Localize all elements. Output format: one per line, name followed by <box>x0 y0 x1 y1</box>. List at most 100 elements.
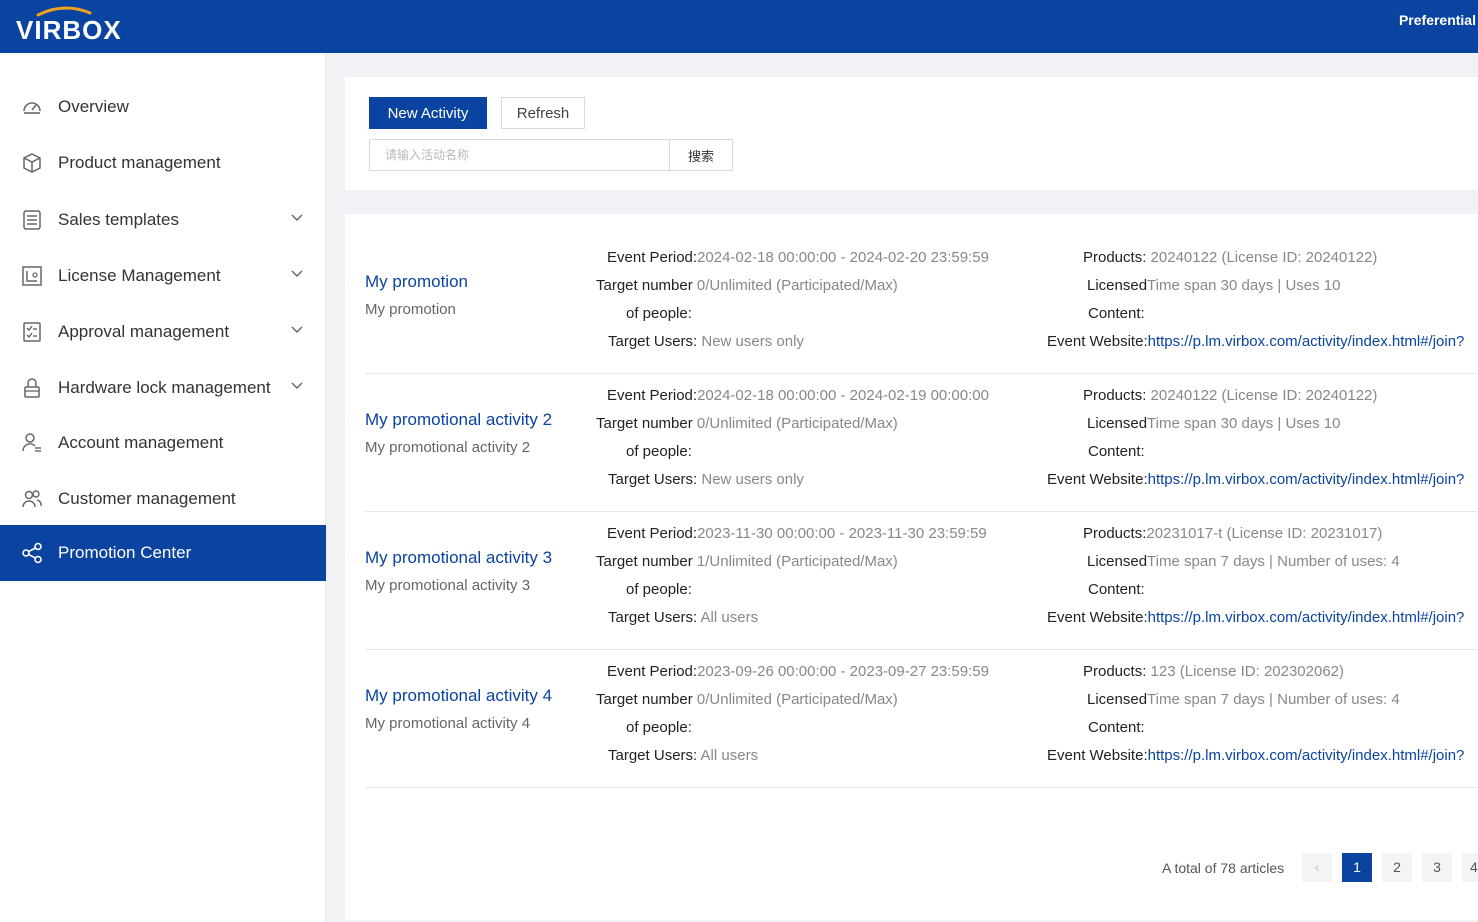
content: Content: <box>1088 576 1145 604</box>
activity-title[interactable]: My promotional activity 2 <box>365 410 552 430</box>
target-users-value: New users only <box>701 471 804 488</box>
target-users: Target Users: New users only <box>608 466 804 494</box>
event-period-value: 2024-02-18 00:00:00 - 2024-02-20 23:59:5… <box>697 249 989 266</box>
target-users-value: All users <box>700 609 759 626</box>
pagination-page-1[interactable]: 1 <box>1342 853 1372 882</box>
event-website-link[interactable]: https://p.lm.virbox.com/activity/index.h… <box>1148 333 1465 350</box>
activity-subtitle: My promotional activity 2 <box>365 439 531 456</box>
target-number-label: Target number <box>596 277 693 294</box>
target-number-label: Target number <box>596 415 693 432</box>
event-website-label: Event Website: <box>1047 609 1148 626</box>
sidebar-item-approval-management[interactable]: Approval management <box>0 304 326 360</box>
sidebar-item-account-management[interactable]: Account management <box>0 415 326 471</box>
content-label: Content: <box>1088 581 1145 598</box>
sidebar: Overview Product management Sales templa… <box>0 53 326 922</box>
licensed: LicensedTime span 7 days | Number of use… <box>1087 548 1400 576</box>
content-label: Content: <box>1088 443 1145 460</box>
licensed: LicensedTime span 7 days | Number of use… <box>1087 686 1400 714</box>
sidebar-item-promotion-center[interactable]: Promotion Center <box>0 525 326 581</box>
event-period-value: 2023-11-30 00:00:00 - 2023-11-30 23:59:5… <box>697 525 987 542</box>
event-website-label: Event Website: <box>1047 471 1148 488</box>
sidebar-item-label: Hardware lock management <box>58 378 271 397</box>
sidebar-item-label: License Management <box>58 266 221 285</box>
list-icon <box>23 210 41 230</box>
target-users-value: New users only <box>701 333 804 350</box>
pagination-total: A total of 78 articles <box>1162 860 1285 876</box>
pagination-page-4[interactable]: 4 <box>1462 853 1478 882</box>
activity-title[interactable]: My promotional activity 3 <box>365 548 552 568</box>
target-number-label: Target number <box>596 691 693 708</box>
activity-title[interactable]: My promotional activity 4 <box>365 686 552 706</box>
pagination-prev-button[interactable]: ‹ <box>1302 853 1332 882</box>
top-bar: VIRBOX Preferential <box>0 0 1478 53</box>
sidebar-item-sales-templates[interactable]: Sales templates <box>0 192 326 248</box>
products: Products: 20240122 (License ID: 20240122… <box>1083 244 1377 272</box>
sidebar-item-label: Product management <box>58 153 221 172</box>
event-period-label: Event Period: <box>607 663 698 680</box>
products: Products:20231017-t (License ID: 2023101… <box>1083 520 1382 548</box>
dashboard-icon <box>23 102 41 114</box>
event-period-label: Event Period: <box>607 387 698 404</box>
new-activity-button[interactable]: New Activity <box>369 97 487 129</box>
activity-list-panel: My promotion My promotion Event Period:2… <box>345 214 1478 920</box>
sidebar-item-product-management[interactable]: Product management <box>0 135 326 191</box>
products-label: Products: <box>1083 663 1147 680</box>
target-number-cont: of people: <box>626 576 692 604</box>
products: Products: 20240122 (License ID: 20240122… <box>1083 382 1377 410</box>
approval-icon <box>23 322 41 342</box>
search-button[interactable]: 搜索 <box>669 139 733 171</box>
event-website-link[interactable]: https://p.lm.virbox.com/activity/index.h… <box>1148 747 1465 764</box>
target-users: Target Users: All users <box>608 742 758 770</box>
sidebar-item-overview[interactable]: Overview <box>0 79 326 135</box>
sidebar-item-label: Approval management <box>58 322 230 341</box>
chevron-down-icon <box>291 326 303 334</box>
target-number-label-cont: of people: <box>626 719 692 736</box>
event-period: Event Period:2024-02-18 00:00:00 - 2024-… <box>607 244 989 272</box>
search-input[interactable] <box>369 139 670 171</box>
licensed-value: Time span 7 days | Number of uses: 4 <box>1147 691 1400 708</box>
refresh-button[interactable]: Refresh <box>501 97 585 129</box>
target-users-label: Target Users: <box>608 333 698 350</box>
target-number-label-cont: of people: <box>626 305 692 322</box>
virbox-logo[interactable]: VIRBOX <box>16 6 168 44</box>
event-period-label: Event Period: <box>607 249 698 266</box>
licensed: LicensedTime span 30 days | Uses 10 <box>1087 272 1340 300</box>
header-preferential-link[interactable]: Preferential <box>1399 12 1476 28</box>
event-website-link[interactable]: https://p.lm.virbox.com/activity/index.h… <box>1148 609 1465 626</box>
cube-icon <box>23 153 41 173</box>
activity-row: My promotion My promotion Event Period:2… <box>365 236 1478 374</box>
event-website-label: Event Website: <box>1047 747 1148 764</box>
chevron-down-icon <box>291 382 303 390</box>
activity-row: My promotional activity 3 My promotional… <box>365 512 1478 650</box>
pagination-page-2[interactable]: 2 <box>1382 853 1412 882</box>
event-website: Event Website:https://p.lm.virbox.com/ac… <box>1047 328 1464 356</box>
activity-title[interactable]: My promotion <box>365 272 468 292</box>
licensed-value: Time span 30 days | Uses 10 <box>1147 415 1341 432</box>
sidebar-item-label: Customer management <box>58 489 236 508</box>
licensed-label: Licensed <box>1087 415 1148 432</box>
target-users: Target Users: New users only <box>608 328 804 356</box>
sidebar-item-license-management[interactable]: License Management <box>0 248 326 304</box>
content: Content: <box>1088 300 1145 328</box>
products-label: Products: <box>1083 525 1147 542</box>
chevron-down-icon <box>291 270 303 278</box>
target-number: Target number 0/Unlimited (Participated/… <box>596 686 898 714</box>
license-icon <box>22 266 42 286</box>
pagination-page-3[interactable]: 3 <box>1422 853 1452 882</box>
activity-subtitle: My promotional activity 4 <box>365 715 531 732</box>
products-value: 20240122 (License ID: 20240122) <box>1150 249 1378 266</box>
svg-text:VIRBOX: VIRBOX <box>16 15 122 44</box>
target-number: Target number 0/Unlimited (Participated/… <box>596 272 898 300</box>
sidebar-item-label: Sales templates <box>58 210 179 229</box>
licensed-label: Licensed <box>1087 277 1148 294</box>
sidebar-item-label: Promotion Center <box>58 543 192 562</box>
target-number-cont: of people: <box>626 438 692 466</box>
event-website-link[interactable]: https://p.lm.virbox.com/activity/index.h… <box>1148 471 1465 488</box>
users-icon <box>22 490 42 508</box>
sidebar-item-customer-management[interactable]: Customer management <box>0 471 326 527</box>
target-number: Target number 0/Unlimited (Participated/… <box>596 410 898 438</box>
activity-row: My promotional activity 2 My promotional… <box>365 374 1478 512</box>
sidebar-item-hardware-lock-management[interactable]: Hardware lock management <box>0 360 326 416</box>
event-period: Event Period:2023-09-26 00:00:00 - 2023-… <box>607 658 989 686</box>
target-users-label: Target Users: <box>608 747 698 764</box>
